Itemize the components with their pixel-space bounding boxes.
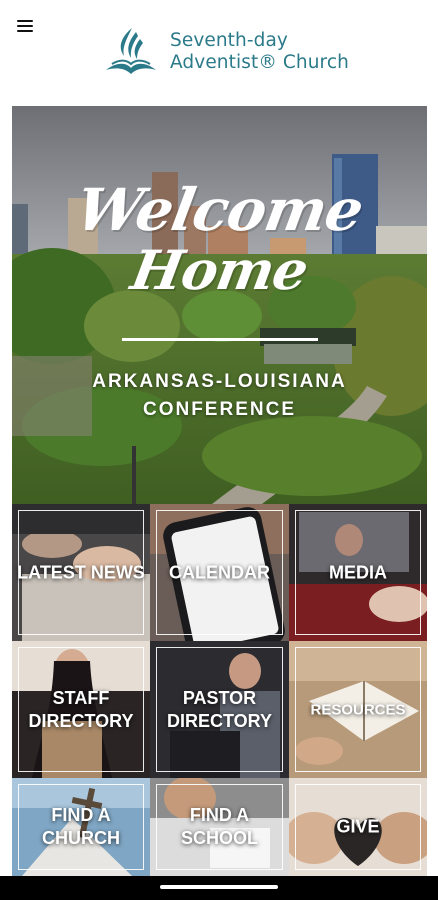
conference-name-line-1: ARKANSAS-LOUISIANA bbox=[92, 371, 347, 392]
find-a-school-label: FIND A SCHOOL bbox=[180, 805, 258, 848]
staff-directory-tile[interactable]: STAFF DIRECTORY bbox=[12, 641, 150, 778]
hero-banner: Welcome Home ARKANSAS-LOUISIANA CONFEREN… bbox=[12, 106, 427, 504]
staff-directory-label: STAFF DIRECTORY bbox=[28, 687, 134, 731]
resources-tile[interactable]: RESOURCES bbox=[289, 641, 427, 778]
flame-book-logo-icon bbox=[106, 28, 156, 74]
find-a-school-tile[interactable]: FIND A SCHOOL bbox=[150, 778, 289, 876]
calendar-label: CALENDAR bbox=[169, 562, 270, 582]
hero-divider bbox=[122, 338, 318, 341]
give-label: GIVE bbox=[336, 816, 380, 837]
conference-name-line-2: CONFERENCE bbox=[142, 399, 296, 420]
system-navigation-bar bbox=[0, 876, 438, 900]
find-a-church-tile[interactable]: FIND A CHURCH bbox=[12, 778, 150, 876]
home-indicator[interactable] bbox=[160, 885, 278, 889]
give-tile[interactable]: GIVE bbox=[289, 778, 427, 876]
welcome-heading-line-1: Welcome bbox=[71, 176, 368, 244]
menu-tile-grid: LATEST NEWS CALENDAR MEDIA STAFF DIRECTO… bbox=[12, 504, 427, 876]
media-tile[interactable]: MEDIA bbox=[289, 504, 427, 641]
find-a-church-label: FIND A CHURCH bbox=[42, 805, 120, 848]
resources-label: RESOURCES bbox=[310, 701, 406, 718]
pastor-directory-tile[interactable]: PASTOR DIRECTORY bbox=[150, 641, 289, 778]
app-header: Seventh-day Adventist® Church bbox=[0, 0, 438, 104]
calendar-tile[interactable]: CALENDAR bbox=[150, 504, 289, 641]
logo-line-1: Seventh-day bbox=[170, 30, 288, 51]
hamburger-menu-icon[interactable] bbox=[17, 18, 37, 36]
latest-news-label: LATEST NEWS bbox=[17, 562, 145, 582]
logo-line-2: Adventist® Church bbox=[170, 52, 349, 73]
welcome-heading-line-2: Home bbox=[126, 238, 313, 302]
latest-news-tile[interactable]: LATEST NEWS bbox=[12, 504, 150, 641]
media-label: MEDIA bbox=[329, 562, 387, 582]
sda-logo: Seventh-day Adventist® Church bbox=[102, 26, 349, 78]
city-park-photo bbox=[12, 106, 427, 504]
pastor-directory-label: PASTOR DIRECTORY bbox=[166, 687, 272, 731]
